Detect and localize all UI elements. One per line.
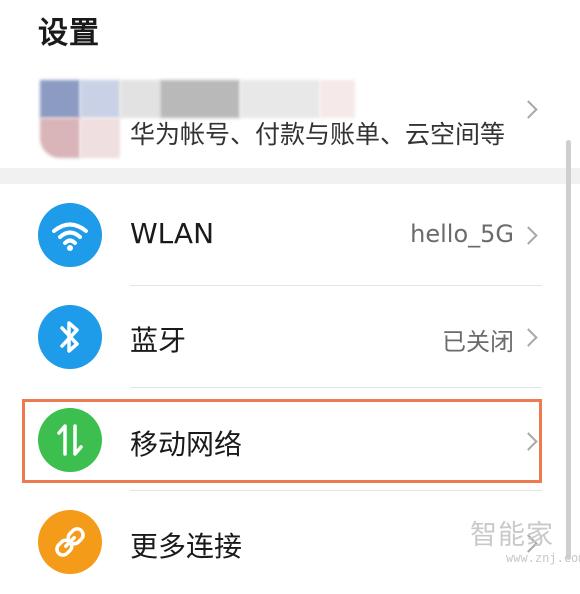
page-title: 设置 <box>38 16 100 51</box>
scrollbar[interactable] <box>566 140 571 560</box>
settings-item-bluetooth[interactable]: 蓝牙 已关闭 <box>0 286 580 388</box>
row-divider <box>130 387 542 388</box>
highlight-box-mobile-network <box>22 399 542 483</box>
settings-item-wlan[interactable]: WLAN hello_5G <box>0 184 580 286</box>
wifi-icon <box>38 203 102 267</box>
settings-item-label: 更多连接 <box>130 530 243 563</box>
row-divider <box>130 490 542 491</box>
watermark-text: 智能家 <box>470 520 554 551</box>
wlan-network-value: hello_5G <box>410 220 514 248</box>
bluetooth-icon <box>38 305 102 369</box>
settings-item-label: WLAN <box>130 217 215 250</box>
settings-item-label: 蓝牙 <box>130 324 187 357</box>
account-subtitle: 华为帐号、付款与账单、云空间等 <box>130 120 506 149</box>
chevron-right-icon <box>519 226 538 245</box>
link-icon <box>38 510 102 574</box>
account-entry[interactable]: 华为帐号、付款与账单、云空间等 <box>0 70 580 170</box>
bluetooth-status-value: 已关闭 <box>442 328 514 356</box>
section-divider <box>0 168 580 184</box>
watermark: 智能家 www.znj.com <box>466 513 580 575</box>
chevron-right-icon <box>519 328 538 347</box>
watermark-url: www.znj.com <box>506 551 580 565</box>
chevron-right-icon <box>519 100 538 119</box>
